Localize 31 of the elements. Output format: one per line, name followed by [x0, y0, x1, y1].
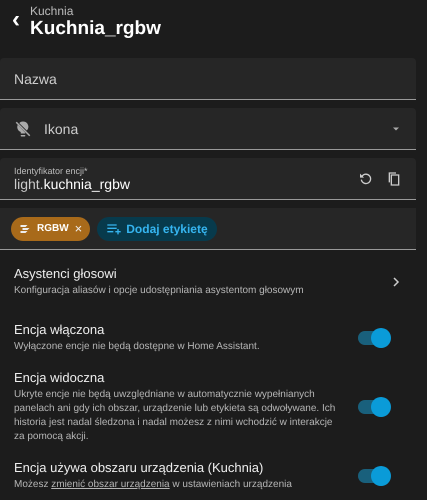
setting-description: Możesz zmienić obszar urządzenia w ustawieniach urządzenia [14, 478, 293, 492]
page-title: Kuchnia_rgbw [30, 18, 161, 40]
back-button[interactable]: ‹ [6, 8, 26, 32]
subtitle: Kuchnia [30, 4, 74, 18]
field-placeholder: Nazwa [14, 70, 57, 86]
entity-id-field[interactable]: Identyfikator encji* light.kuchnia_rgbw [0, 158, 416, 200]
icon-field[interactable]: Ikona [0, 108, 416, 150]
remove-button[interactable]: × [74, 221, 82, 236]
reset-icon [358, 170, 374, 186]
copy-button[interactable] [386, 170, 402, 186]
reset-button[interactable] [358, 170, 374, 186]
label-chip[interactable]: RGBW × [11, 216, 90, 240]
field-label: Identyfikator encji* [14, 166, 89, 176]
setting-title: Encja używa obszaru urządzenia (Kuchnia) [14, 460, 264, 475]
toggle-switch[interactable] [358, 400, 388, 414]
setting-description: Ukryte encje nie będą uwzględniane w automatycznie wypełnianych panelach ani gdy ich obszar, urządzenie lub etykieta są odwoływane. Ich historia jest nadal śledzona i nadal możesz z nimi wchodzić w interakcje za pomocą akcji. [14, 388, 336, 444]
setting-title: Encja włączona [14, 322, 106, 337]
field-value: light.kuchnia_rgbw [14, 176, 131, 192]
device-area-link[interactable]: zmienić obszar urządzenia [51, 479, 170, 490]
setting-title: Asystenci głosowi [14, 266, 118, 281]
field-placeholder: Ikona [44, 120, 78, 136]
add-label-button[interactable]: Dodaj etykietę [97, 216, 217, 240]
setting-title: Encja widoczna [14, 370, 106, 385]
copy-icon [386, 170, 402, 186]
setting-description: Konfiguracja aliasów i opcje udostępniania asystentom głosowym [14, 284, 305, 298]
toggle-switch[interactable] [358, 331, 388, 345]
lightbulb-off-icon [14, 120, 32, 138]
setting-description: Wyłączone encje nie będą dostępne w Home Assistant. [14, 340, 261, 354]
toggle-switch[interactable] [358, 469, 388, 483]
tag-icon [19, 222, 31, 234]
name-field[interactable]: Nazwa [0, 58, 416, 100]
